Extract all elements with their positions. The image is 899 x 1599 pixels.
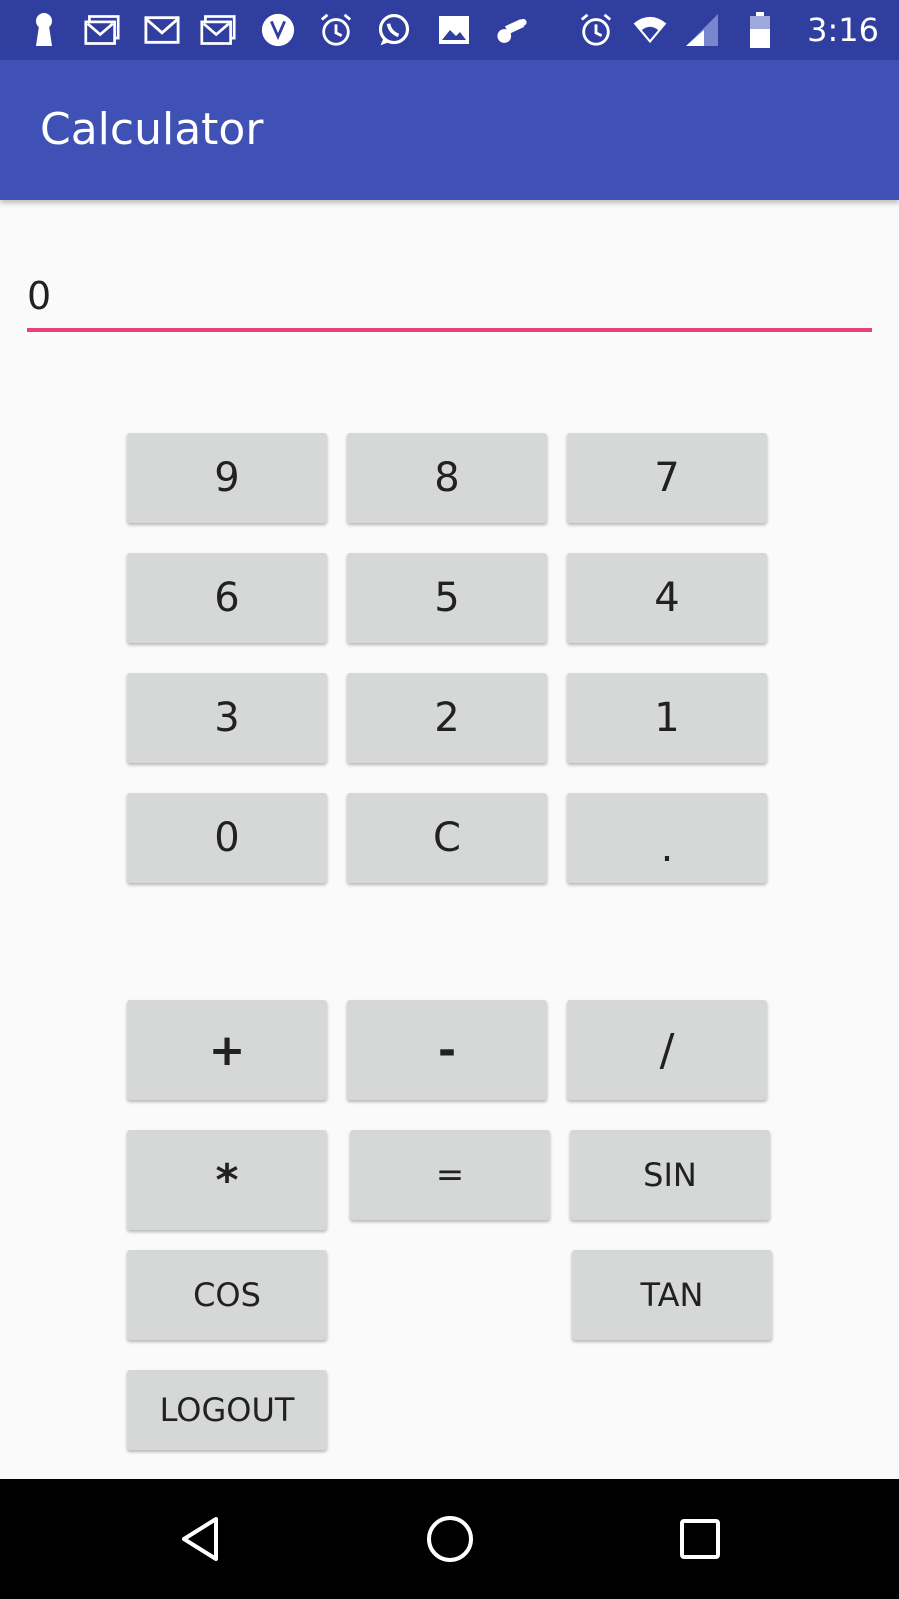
alarm-icon-2 <box>578 12 614 48</box>
nav-bar <box>0 1479 899 1599</box>
signal-icon <box>684 12 720 48</box>
decimal-button[interactable]: . <box>567 793 767 883</box>
clear-button[interactable]: C <box>347 793 547 883</box>
sin-button[interactable]: SIN <box>570 1130 770 1220</box>
app-bar: Calculator <box>0 60 899 200</box>
gallery-mail-icon <box>84 12 120 48</box>
plus-button[interactable]: + <box>127 1000 327 1100</box>
status-bar: 3:16 <box>0 0 899 60</box>
keyhole-icon <box>26 12 62 48</box>
wifi-icon <box>632 12 668 48</box>
digit-4-button[interactable]: 4 <box>567 553 767 643</box>
status-time: 3:16 <box>807 11 879 49</box>
whatsapp-icon <box>376 12 412 48</box>
digit-8-button[interactable]: 8 <box>347 433 547 523</box>
digit-6-button[interactable]: 6 <box>127 553 327 643</box>
back-icon[interactable] <box>170 1509 230 1569</box>
digit-9-button[interactable]: 9 <box>127 433 327 523</box>
alarm-icon <box>318 12 354 48</box>
gmail-icon <box>144 12 180 48</box>
battery-icon <box>742 12 778 48</box>
home-icon[interactable] <box>420 1509 480 1569</box>
settings-bug-icon <box>494 12 530 48</box>
digit-0-button[interactable]: 0 <box>127 793 327 883</box>
minus-button[interactable]: - <box>347 1000 547 1100</box>
calculator-display[interactable]: 0 <box>27 268 872 332</box>
digit-1-button[interactable]: 1 <box>567 673 767 763</box>
multiply-button[interactable]: * <box>127 1130 327 1230</box>
logout-button[interactable]: LOGOUT <box>127 1370 327 1450</box>
display-underline <box>27 328 872 332</box>
cos-button[interactable]: COS <box>127 1250 327 1340</box>
digit-5-button[interactable]: 5 <box>347 553 547 643</box>
divide-button[interactable]: / <box>567 1000 767 1100</box>
gallery-mail-icon-2 <box>200 12 236 48</box>
app-title: Calculator <box>40 104 264 155</box>
digit-3-button[interactable]: 3 <box>127 673 327 763</box>
digit-7-button[interactable]: 7 <box>567 433 767 523</box>
digit-2-button[interactable]: 2 <box>347 673 547 763</box>
equals-button[interactable]: = <box>350 1130 550 1220</box>
display-value: 0 <box>27 274 52 318</box>
recents-icon[interactable] <box>670 1509 730 1569</box>
image-icon <box>436 12 472 48</box>
tan-button[interactable]: TAN <box>572 1250 772 1340</box>
vpn-icon <box>260 12 296 48</box>
